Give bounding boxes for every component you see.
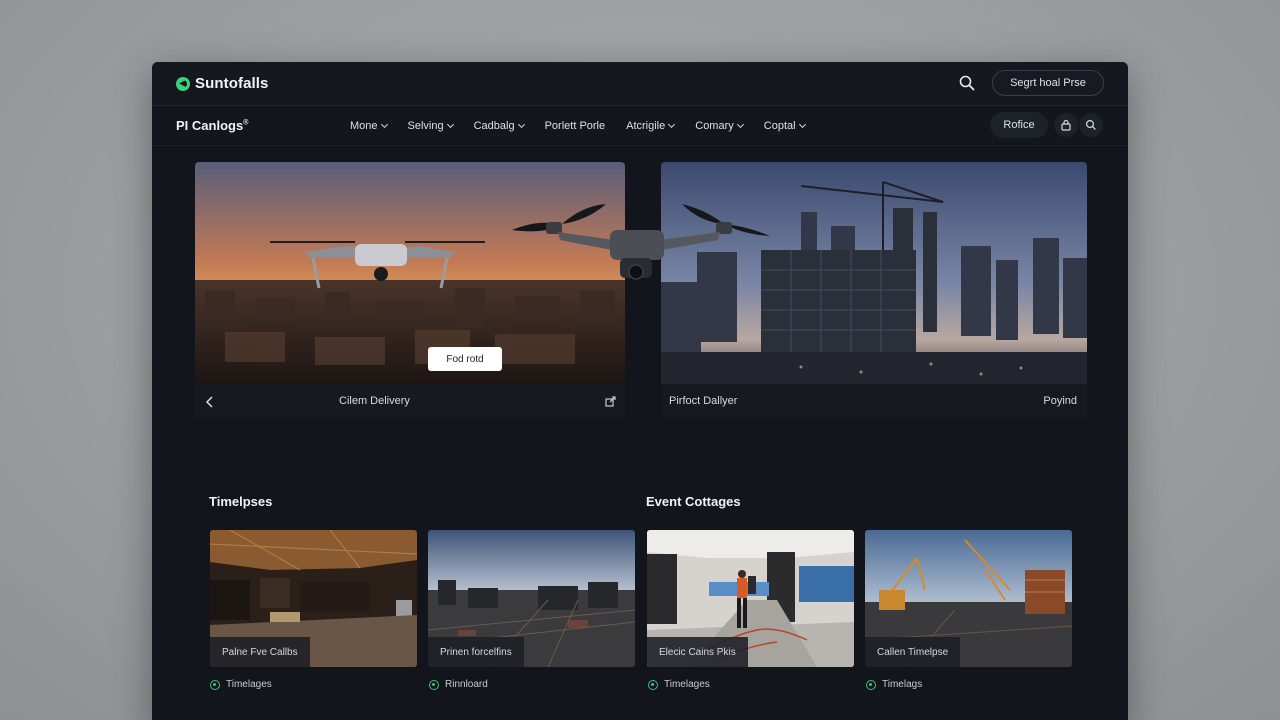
lock-button[interactable] (1054, 113, 1078, 137)
cta-button[interactable]: Segrt hoal Prse (992, 70, 1104, 96)
card-caption: Palne Fve Callbs (210, 637, 310, 667)
nav-item-label: Coptal (763, 120, 796, 132)
nav-action-button[interactable]: Rofice (990, 112, 1048, 138)
chevron-left-icon[interactable] (205, 396, 215, 408)
app-window: Suntofalls Segrt hoal Prse PI Canlogs® M… (152, 62, 1128, 720)
nav-item-mone[interactable]: Mone (350, 120, 388, 132)
nav-bar: PI Canlogs® Mone Selving Cadbalg Porlett… (152, 106, 1128, 146)
chevron-down-icon (380, 120, 388, 129)
logo-text: Suntofalls (195, 75, 269, 92)
card-meta[interactable]: Timelages (648, 679, 710, 690)
featured-tag-button[interactable]: Fod rotd (428, 347, 502, 371)
card-meta[interactable]: Timelages (210, 679, 272, 690)
card-meta-label: Timelages (664, 679, 710, 690)
hero-left-bar: Cilem Delivery (195, 384, 625, 419)
nav-item-label: Comary (695, 120, 734, 132)
nav-item-atcrigile[interactable]: Atcrigile (626, 120, 676, 132)
nav-item-comary[interactable]: Comary (695, 120, 744, 132)
floating-drone-graphic (512, 204, 770, 280)
video-card[interactable]: Prinen forcelfins (428, 530, 635, 667)
site-brand[interactable]: PI Canlogs® (176, 118, 248, 133)
share-icon[interactable] (605, 396, 616, 407)
nav-item-label: Atcrigile (626, 120, 666, 132)
nav-item-label: Selving (407, 120, 444, 132)
search-icon (1085, 119, 1096, 130)
chevron-down-icon (736, 120, 744, 129)
card-meta[interactable]: Timelags (866, 679, 922, 690)
video-card[interactable]: Callen Timelpse (865, 530, 1072, 667)
card-caption: Callen Timelpse (865, 637, 961, 667)
card-meta[interactable]: Rinnloard (429, 679, 488, 690)
section-title-event: Event Cottages (646, 494, 741, 509)
card-caption: Prinen forcelfins (428, 637, 524, 667)
hero-right-caption: Pirfoct Dallyer (669, 395, 738, 407)
hero-right-action[interactable]: Poyind (1043, 395, 1077, 407)
nav-menu: Mone Selving Cadbalg Porlett Porle Atcri… (350, 106, 826, 146)
card-meta-label: Timelages (226, 679, 272, 690)
video-card[interactable]: Palne Fve Callbs (210, 530, 417, 667)
nav-item-label: Cadbalg (473, 120, 515, 132)
status-dot-icon (866, 679, 876, 690)
nav-item-label: Mone (350, 120, 378, 132)
nav-item-label: Porlett Porle (544, 120, 606, 132)
hero-left-caption: Cilem Delivery (339, 395, 410, 407)
card-caption: Elecic Cains Pkis (647, 637, 748, 667)
top-bar: Suntofalls Segrt hoal Prse (152, 62, 1128, 106)
search-icon[interactable] (958, 74, 976, 92)
app-logo[interactable]: Suntofalls (176, 75, 269, 92)
logo-icon (176, 76, 190, 91)
chevron-down-icon (517, 120, 525, 129)
video-card[interactable]: Elecic Cains Pkis (647, 530, 854, 667)
chevron-down-icon (798, 120, 806, 129)
status-dot-icon (648, 679, 658, 690)
brand-mark: ® (243, 119, 249, 127)
lock-icon (1061, 119, 1071, 131)
nav-search-button[interactable] (1079, 113, 1103, 137)
site-brand-label: PI Canlogs (176, 118, 244, 133)
chevron-down-icon (668, 120, 676, 129)
status-dot-icon (210, 679, 220, 690)
card-meta-label: Timelags (882, 679, 923, 690)
nav-item-selving[interactable]: Selving (407, 120, 454, 132)
hero-right-bar: Pirfoct Dallyer Poyind (661, 384, 1087, 419)
nav-item-coptal[interactable]: Coptal (763, 120, 806, 132)
nav-item-cadbalg[interactable]: Cadbalg (473, 120, 525, 132)
nav-item-porlett-porle[interactable]: Porlett Porle (545, 120, 606, 132)
status-dot-icon (429, 679, 439, 690)
card-meta-label: Rinnloard (445, 679, 488, 690)
chevron-down-icon (446, 120, 454, 129)
section-title-timelapses: Timelpses (209, 494, 273, 509)
